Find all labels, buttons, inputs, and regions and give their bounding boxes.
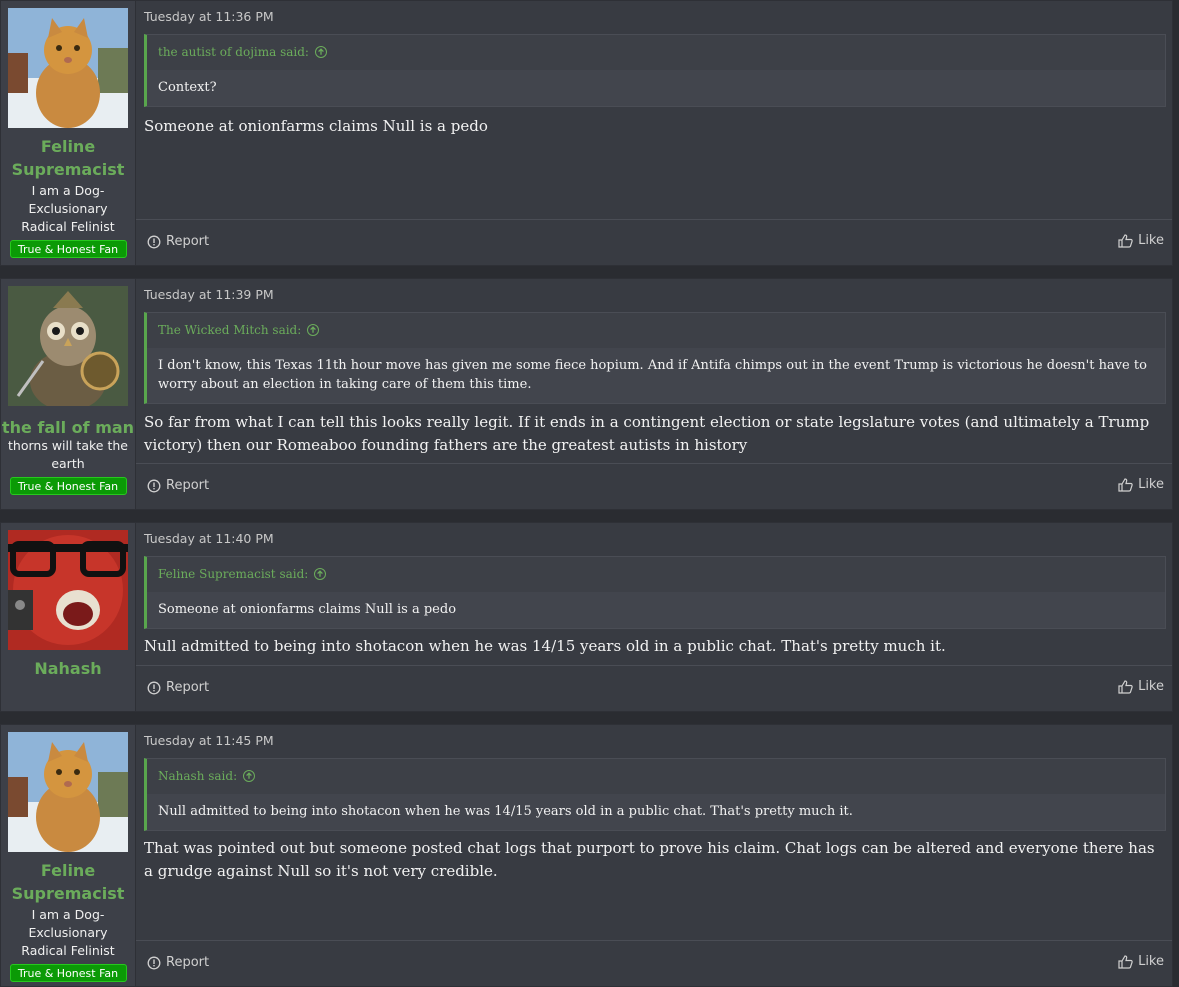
quote-header[interactable]: the autist of dojima said: <box>147 35 1165 70</box>
quote-header[interactable]: Nahash said: <box>147 759 1165 794</box>
username[interactable]: Feline Supremacist <box>1 135 135 181</box>
quote-block: the autist of dojima said: Context? <box>144 34 1166 107</box>
report-button[interactable]: Report <box>147 680 209 695</box>
report-button[interactable]: Report <box>147 478 209 493</box>
post-content: Tuesday at 11:45 PM Nahash said: Null ad… <box>136 725 1172 986</box>
report-label: Report <box>166 955 210 970</box>
user-info: the fall of man thorns will take the ear… <box>1 279 136 509</box>
alert-circle-icon <box>147 235 161 248</box>
post-footer: Report Like <box>136 665 1172 711</box>
user-title: I am a Dog-Exclusionary Radical Felinist <box>21 907 115 958</box>
quote-header[interactable]: Feline Supremacist said: <box>147 557 1165 592</box>
quote-block: The Wicked Mitch said: I don't know, thi… <box>144 312 1166 404</box>
user-title: thorns will take the earth <box>8 438 128 471</box>
post-content: Tuesday at 11:39 PM The Wicked Mitch sai… <box>136 279 1172 509</box>
post-footer: Report Like <box>136 219 1172 265</box>
like-button[interactable]: Like <box>1118 477 1164 492</box>
thumbs-up-icon <box>1118 954 1133 969</box>
user-title: I am a Dog-Exclusionary Radical Felinist <box>21 183 115 234</box>
post-timestamp[interactable]: Tuesday at 11:39 PM <box>144 287 274 302</box>
thumbs-up-icon <box>1118 679 1133 694</box>
user-info: Nahash <box>1 523 136 711</box>
post: the fall of man thorns will take the ear… <box>0 278 1173 510</box>
username[interactable]: the fall of man <box>1 416 135 439</box>
like-label: Like <box>1138 679 1164 694</box>
post-timestamp[interactable]: Tuesday at 11:40 PM <box>144 531 274 546</box>
alert-circle-icon <box>147 479 161 492</box>
avatar[interactable] <box>8 286 128 406</box>
quote-block: Nahash said: Null admitted to being into… <box>144 758 1166 831</box>
post: Feline Supremacist I am a Dog-Exclusiona… <box>0 724 1173 987</box>
arrow-up-circle-icon[interactable] <box>307 323 320 336</box>
post-timestamp[interactable]: Tuesday at 11:36 PM <box>144 9 274 24</box>
post-footer: Report Like <box>136 940 1172 986</box>
post-message: Someone at onionfarms claims Null is a p… <box>144 117 488 135</box>
post-message: That was pointed out but someone posted … <box>144 839 1155 880</box>
quote-text: Context? <box>147 70 1165 106</box>
quote-text: I don't know, this Texas 11th hour move … <box>147 348 1165 403</box>
post-timestamp[interactable]: Tuesday at 11:45 PM <box>144 733 274 748</box>
post-content: Tuesday at 11:40 PM Feline Supremacist s… <box>136 523 1172 711</box>
report-label: Report <box>166 234 210 249</box>
thumbs-up-icon <box>1118 233 1133 248</box>
quote-block: Feline Supremacist said: Someone at onio… <box>144 556 1166 629</box>
user-info: Feline Supremacist I am a Dog-Exclusiona… <box>1 1 136 265</box>
quote-text: Null admitted to being into shotacon whe… <box>147 794 1165 830</box>
post-content: Tuesday at 11:36 PM the autist of dojima… <box>136 1 1172 265</box>
like-label: Like <box>1138 233 1164 248</box>
quote-author[interactable]: Nahash said: <box>158 769 237 783</box>
quote-author[interactable]: the autist of dojima said: <box>158 45 309 59</box>
post-message: Null admitted to being into shotacon whe… <box>144 637 946 655</box>
like-button[interactable]: Like <box>1118 679 1164 694</box>
user-badge: True & Honest Fan <box>9 964 127 982</box>
avatar[interactable] <box>8 530 128 650</box>
post: Feline Supremacist I am a Dog-Exclusiona… <box>0 0 1173 266</box>
post-footer: Report Like <box>136 463 1172 509</box>
post-message: So far from what I can tell this looks r… <box>144 413 1150 454</box>
like-button[interactable]: Like <box>1118 233 1164 248</box>
user-badge: True & Honest Fan <box>9 240 127 258</box>
alert-circle-icon <box>147 681 161 694</box>
user-info: Feline Supremacist I am a Dog-Exclusiona… <box>1 725 136 986</box>
report-label: Report <box>166 478 210 493</box>
like-label: Like <box>1138 477 1164 492</box>
like-label: Like <box>1138 954 1164 969</box>
avatar[interactable] <box>8 8 128 128</box>
username[interactable]: Nahash <box>1 657 135 680</box>
thumbs-up-icon <box>1118 477 1133 492</box>
post: Nahash Tuesday at 11:40 PM Feline Suprem… <box>0 522 1173 712</box>
alert-circle-icon <box>147 956 161 969</box>
report-label: Report <box>166 680 210 695</box>
user-badge: True & Honest Fan <box>9 477 127 495</box>
quote-author[interactable]: The Wicked Mitch said: <box>158 323 301 337</box>
username[interactable]: Feline Supremacist <box>1 859 135 905</box>
quote-author[interactable]: Feline Supremacist said: <box>158 567 308 581</box>
like-button[interactable]: Like <box>1118 954 1164 969</box>
report-button[interactable]: Report <box>147 234 209 249</box>
arrow-up-circle-icon[interactable] <box>243 769 256 782</box>
report-button[interactable]: Report <box>147 955 209 970</box>
quote-text: Someone at onionfarms claims Null is a p… <box>147 592 1165 628</box>
quote-header[interactable]: The Wicked Mitch said: <box>147 313 1165 348</box>
arrow-up-circle-icon[interactable] <box>314 567 327 580</box>
avatar[interactable] <box>8 732 128 852</box>
arrow-up-circle-icon[interactable] <box>314 45 327 58</box>
